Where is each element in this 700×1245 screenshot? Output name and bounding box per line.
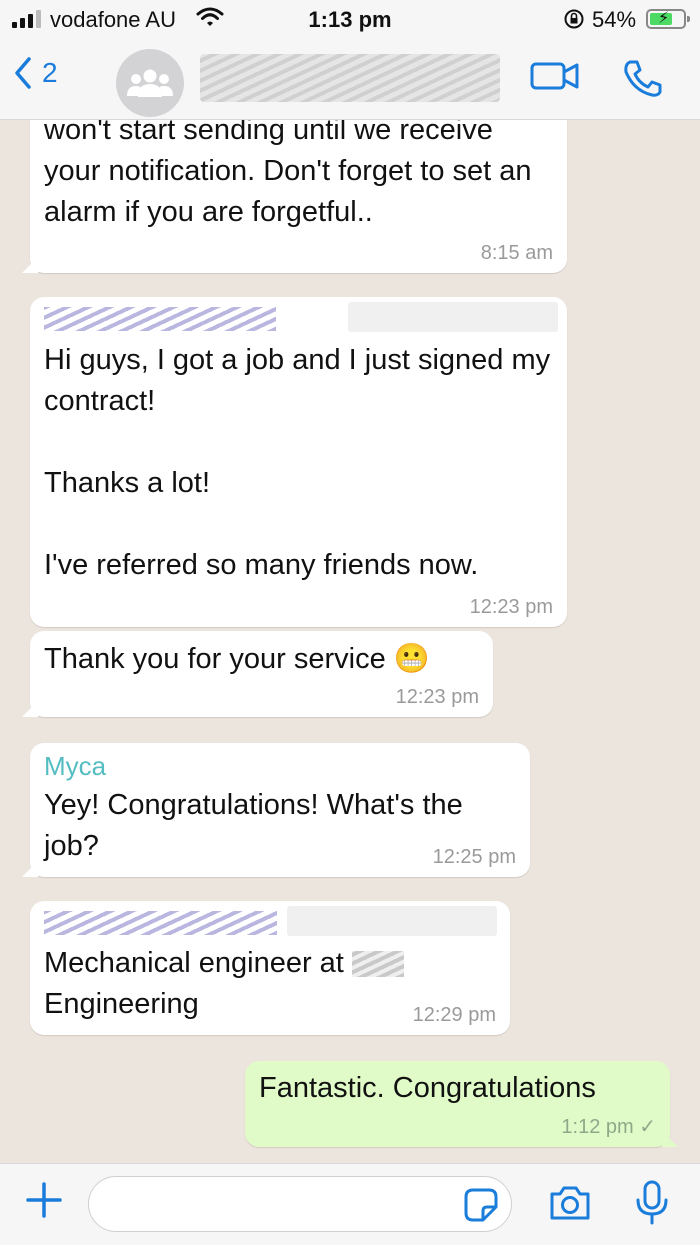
microphone-button[interactable] — [634, 1180, 670, 1231]
chat-header: 2 — [0, 40, 700, 120]
sender-phone-redacted — [348, 302, 558, 332]
message-outgoing[interactable]: Fantastic. Congratulations 1:12 pm ✓ — [245, 1061, 678, 1147]
camera-button[interactable] — [548, 1184, 592, 1227]
microphone-icon — [636, 1180, 668, 1225]
message-input[interactable] — [107, 1187, 447, 1221]
message-incoming[interactable]: Myca Yey! Congratulations! What's the jo… — [22, 743, 530, 877]
sender-phone-redacted — [287, 906, 497, 936]
orientation-lock-icon — [563, 8, 585, 36]
message-incoming[interactable]: Hi guys, I got a job and I just signed m… — [30, 297, 567, 627]
status-bar: vodafone AU 1:13 pm 54% ⚡ — [0, 0, 700, 40]
sticker-button[interactable] — [463, 1187, 499, 1228]
battery-icon: ⚡ — [646, 9, 690, 29]
group-name-redacted[interactable] — [200, 54, 500, 102]
phone-icon — [624, 60, 662, 97]
message-text-line1: Mechanical engineer at — [44, 947, 352, 979]
message-incoming[interactable]: Mechanical engineer at Engineering 12:29… — [30, 901, 510, 1035]
chevron-left-icon — [15, 57, 31, 89]
sender-name: Myca — [44, 751, 107, 781]
attach-button[interactable] — [24, 1180, 64, 1225]
camera-icon — [550, 1186, 590, 1220]
sticker-icon — [464, 1188, 498, 1222]
message-field-wrapper — [88, 1176, 512, 1232]
group-avatar[interactable] — [116, 49, 184, 117]
back-button[interactable]: 2 — [14, 56, 58, 90]
message-time: 12:23 pm — [395, 686, 479, 708]
message-time: 12:25 pm — [432, 846, 516, 868]
video-call-button[interactable] — [530, 60, 580, 97]
voice-call-button[interactable] — [622, 58, 666, 103]
message-text-line2: Engineering — [44, 988, 199, 1020]
message-time: 12:29 pm — [412, 1004, 496, 1026]
plus-icon — [26, 1182, 62, 1218]
message-input-bar — [0, 1163, 700, 1245]
battery-percent: 54% — [592, 7, 637, 32]
chat-messages[interactable]: won't start sending until we receive you… — [0, 120, 700, 1163]
message-time: 12:23 pm — [469, 596, 553, 618]
message-text: won't start sending until we receive you… — [44, 120, 532, 228]
message-incoming[interactable]: Thank you for your service 😬 12:23 pm — [22, 631, 493, 717]
unread-count: 2 — [42, 57, 58, 88]
message-text: Hi guys, I got a job and I just signed m… — [44, 344, 551, 581]
message-incoming[interactable]: won't start sending until we receive you… — [22, 120, 567, 273]
message-time: 1:12 pm ✓ — [561, 1116, 656, 1138]
company-name-redacted — [351, 951, 404, 978]
sender-name-redacted — [44, 307, 276, 331]
sender-name-redacted — [44, 911, 277, 935]
message-text: Thank you for your service 😬 — [44, 643, 430, 675]
video-call-icon — [530, 62, 579, 90]
message-text: Fantastic. Congratulations — [259, 1072, 596, 1104]
group-icon — [127, 69, 173, 97]
message-time: 8:15 am — [480, 242, 553, 264]
